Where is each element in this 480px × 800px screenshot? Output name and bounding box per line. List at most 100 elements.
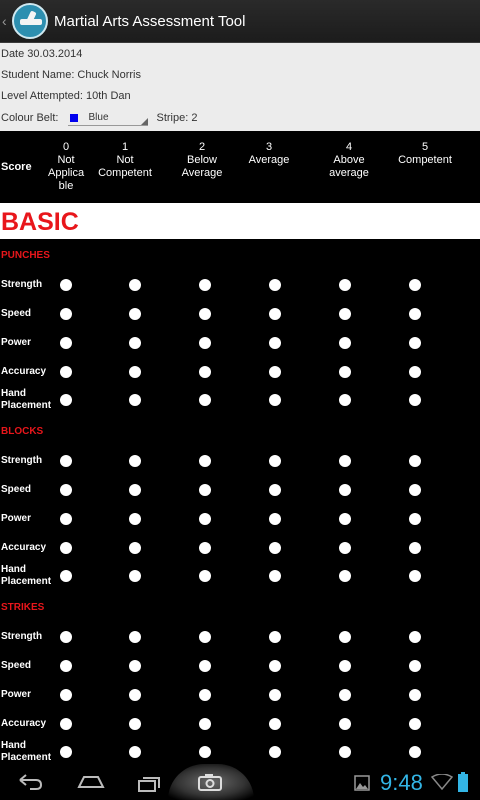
rating-radio-4[interactable] xyxy=(339,394,351,406)
rating-radio-1[interactable] xyxy=(129,513,141,525)
rating-radio-0[interactable] xyxy=(60,455,72,467)
rating-radio-0[interactable] xyxy=(60,718,72,730)
rating-radio-0[interactable] xyxy=(60,394,72,406)
rating-radio-1[interactable] xyxy=(129,484,141,496)
rating-radio-2[interactable] xyxy=(199,484,211,496)
rating-radio-4[interactable] xyxy=(339,631,351,643)
rating-radio-0[interactable] xyxy=(60,660,72,672)
rating-radio-5[interactable] xyxy=(409,366,421,378)
rating-radio-5[interactable] xyxy=(409,631,421,643)
rating-radio-2[interactable] xyxy=(199,513,211,525)
rating-radio-3[interactable] xyxy=(269,746,281,758)
rating-radio-5[interactable] xyxy=(409,394,421,406)
rating-radio-5[interactable] xyxy=(409,660,421,672)
rating-radio-1[interactable] xyxy=(129,689,141,701)
rating-radio-3[interactable] xyxy=(269,570,281,582)
home-icon[interactable] xyxy=(76,772,106,792)
rating-radio-4[interactable] xyxy=(339,746,351,758)
rating-radio-5[interactable] xyxy=(409,308,421,320)
rating-radio-2[interactable] xyxy=(199,570,211,582)
rating-radio-1[interactable] xyxy=(129,279,141,291)
rating-radio-2[interactable] xyxy=(199,394,211,406)
rating-radio-0[interactable] xyxy=(60,570,72,582)
rating-radio-0[interactable] xyxy=(60,542,72,554)
rating-radio-4[interactable] xyxy=(339,689,351,701)
rating-radio-0[interactable] xyxy=(60,484,72,496)
rating-radio-3[interactable] xyxy=(269,279,281,291)
rating-radio-4[interactable] xyxy=(339,660,351,672)
rating-radio-4[interactable] xyxy=(339,279,351,291)
rating-radio-5[interactable] xyxy=(409,689,421,701)
rating-radio-1[interactable] xyxy=(129,660,141,672)
rating-radio-1[interactable] xyxy=(129,337,141,349)
rating-radio-3[interactable] xyxy=(269,308,281,320)
rating-radio-3[interactable] xyxy=(269,337,281,349)
rating-radio-0[interactable] xyxy=(60,279,72,291)
rating-radio-4[interactable] xyxy=(339,308,351,320)
rating-radio-2[interactable] xyxy=(199,689,211,701)
rating-radio-0[interactable] xyxy=(60,513,72,525)
rating-radio-0[interactable] xyxy=(60,337,72,349)
rating-radio-1[interactable] xyxy=(129,570,141,582)
rating-radio-4[interactable] xyxy=(339,718,351,730)
rating-radio-5[interactable] xyxy=(409,718,421,730)
rating-radio-5[interactable] xyxy=(409,337,421,349)
rating-radio-4[interactable] xyxy=(339,513,351,525)
rating-radio-1[interactable] xyxy=(129,455,141,467)
rating-radio-4[interactable] xyxy=(339,542,351,554)
rating-radio-3[interactable] xyxy=(269,542,281,554)
rating-radio-3[interactable] xyxy=(269,660,281,672)
rating-radio-3[interactable] xyxy=(269,455,281,467)
rating-radio-4[interactable] xyxy=(339,455,351,467)
rating-radio-2[interactable] xyxy=(199,279,211,291)
rating-radio-3[interactable] xyxy=(269,689,281,701)
rating-radio-1[interactable] xyxy=(129,542,141,554)
rating-radio-0[interactable] xyxy=(60,308,72,320)
rating-radio-5[interactable] xyxy=(409,484,421,496)
rating-radio-4[interactable] xyxy=(339,570,351,582)
rating-radio-2[interactable] xyxy=(199,366,211,378)
rating-radio-2[interactable] xyxy=(199,455,211,467)
rating-radio-1[interactable] xyxy=(129,718,141,730)
rating-radio-4[interactable] xyxy=(339,366,351,378)
rating-radio-0[interactable] xyxy=(60,366,72,378)
rating-radio-5[interactable] xyxy=(409,542,421,554)
rating-radio-3[interactable] xyxy=(269,484,281,496)
rating-radio-5[interactable] xyxy=(409,279,421,291)
rating-radio-4[interactable] xyxy=(339,337,351,349)
rating-radio-1[interactable] xyxy=(129,394,141,406)
rating-radio-2[interactable] xyxy=(199,542,211,554)
rating-radio-0[interactable] xyxy=(60,631,72,643)
rating-radio-2[interactable] xyxy=(199,718,211,730)
rating-radio-0[interactable] xyxy=(60,689,72,701)
rating-radio-0[interactable] xyxy=(60,746,72,758)
rating-radio-2[interactable] xyxy=(199,631,211,643)
rating-radio-1[interactable] xyxy=(129,366,141,378)
colour-belt-spinner[interactable]: Blue xyxy=(68,110,149,126)
app-logo-icon[interactable] xyxy=(12,3,48,39)
rating-radio-5[interactable] xyxy=(409,455,421,467)
rating-radio-1[interactable] xyxy=(129,631,141,643)
wifi-icon xyxy=(431,774,453,790)
rating-radio-3[interactable] xyxy=(269,366,281,378)
app-title: Martial Arts Assessment Tool xyxy=(54,12,246,30)
camera-icon[interactable] xyxy=(197,772,223,792)
rating-radio-5[interactable] xyxy=(409,746,421,758)
rating-radio-4[interactable] xyxy=(339,484,351,496)
rating-radio-3[interactable] xyxy=(269,718,281,730)
back-icon[interactable] xyxy=(16,772,44,792)
rating-radio-1[interactable] xyxy=(129,746,141,758)
rating-radio-5[interactable] xyxy=(409,570,421,582)
rating-radio-1[interactable] xyxy=(129,308,141,320)
rating-radio-2[interactable] xyxy=(199,746,211,758)
rating-radio-5[interactable] xyxy=(409,513,421,525)
rating-radio-3[interactable] xyxy=(269,394,281,406)
rating-radio-3[interactable] xyxy=(269,631,281,643)
level-attempted: Level Attempted: 10th Dan xyxy=(1,90,131,102)
up-caret-icon[interactable]: ‹ xyxy=(2,13,12,29)
rating-radio-2[interactable] xyxy=(199,660,211,672)
rating-radio-2[interactable] xyxy=(199,308,211,320)
rating-radio-2[interactable] xyxy=(199,337,211,349)
rating-radio-3[interactable] xyxy=(269,513,281,525)
recent-apps-icon[interactable] xyxy=(136,773,164,793)
